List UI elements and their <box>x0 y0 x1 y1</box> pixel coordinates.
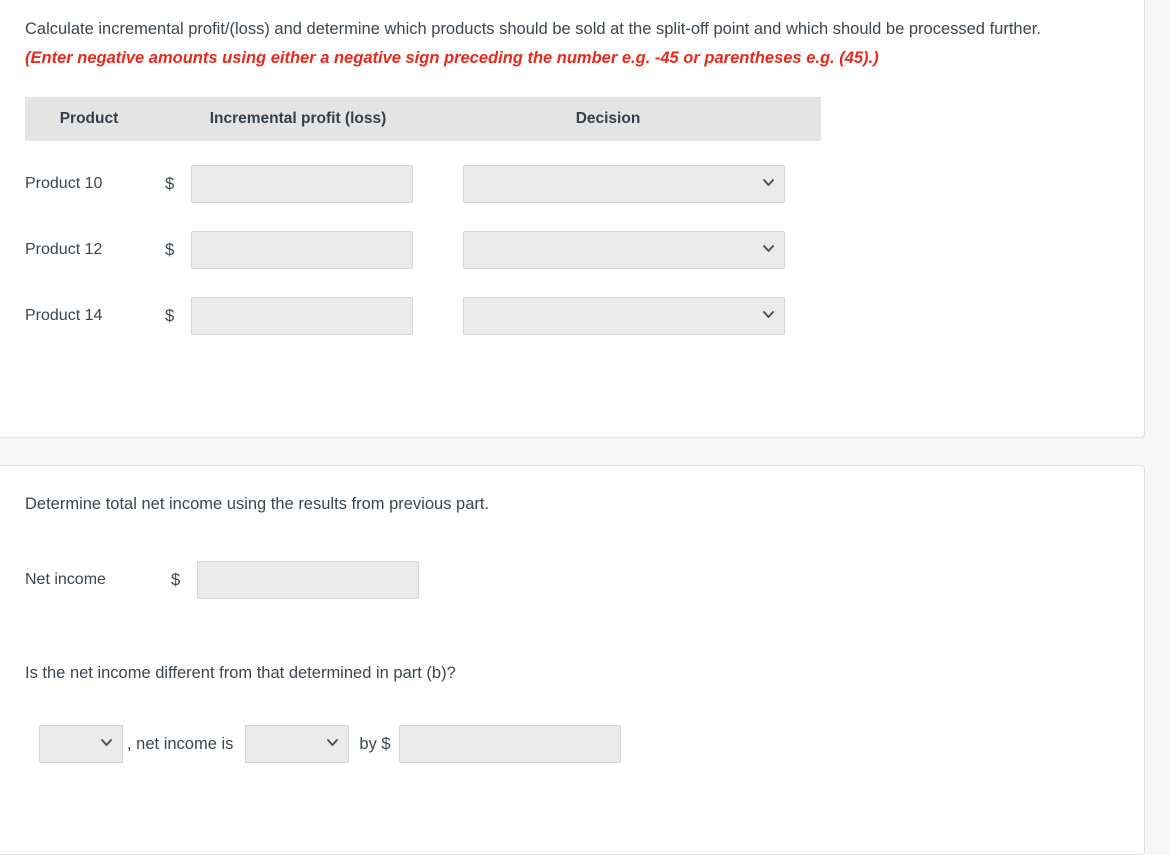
instruction-main-text: Calculate incremental profit/(loss) and … <box>25 20 1041 38</box>
answer-row-middle-text: , net income is <box>127 734 234 753</box>
net-income-label: Net income <box>25 571 106 588</box>
net-income-input[interactable] <box>197 561 419 599</box>
incremental-profit-input-product-12[interactable] <box>191 231 413 269</box>
currency-symbol: $ <box>171 570 181 589</box>
answer-row-by-text: by $ <box>359 734 391 753</box>
direction-select[interactable] <box>245 725 350 763</box>
net-income-instruction: Determine total net income using the res… <box>25 495 490 513</box>
column-header-incremental-profit: Incremental profit (loss) <box>209 110 387 127</box>
table-row: Product 10 $ <box>25 151 1120 217</box>
difference-answer-select[interactable] <box>39 725 123 763</box>
row-label-product-12: Product 12 <box>25 241 103 258</box>
table-header-row: Product Incremental profit (loss) Decisi… <box>25 97 821 141</box>
net-income-row: Net income $ <box>25 561 1120 599</box>
column-header-decision: Decision <box>575 110 641 127</box>
net-income-answer-row: , net income is by $ <box>39 725 1120 763</box>
row-label-product-14: Product 14 <box>25 307 103 324</box>
net-income-difference-question: Is the net income different from that de… <box>25 664 456 682</box>
chevron-down-icon <box>101 737 112 748</box>
chevron-down-icon <box>763 243 774 254</box>
table-row: Product 12 $ <box>25 217 1120 283</box>
decision-select-product-12[interactable] <box>463 231 785 269</box>
row-label-product-10: Product 10 <box>25 175 103 192</box>
question-card-net-income: Determine total net income using the res… <box>0 465 1145 855</box>
decision-select-product-14[interactable] <box>463 297 785 335</box>
incremental-profit-input-product-10[interactable] <box>191 165 413 203</box>
incremental-profit-input-product-14[interactable] <box>191 297 413 335</box>
chevron-down-icon <box>763 177 774 188</box>
currency-symbol: $ <box>165 240 175 259</box>
page-root: Calculate incremental profit/(loss) and … <box>0 0 1169 855</box>
chevron-down-icon <box>327 737 339 748</box>
instruction-paragraph: Calculate incremental profit/(loss) and … <box>25 15 1083 73</box>
chevron-down-icon <box>763 309 774 320</box>
question-card-incremental-profit: Calculate incremental profit/(loss) and … <box>0 0 1145 438</box>
currency-symbol: $ <box>165 174 175 193</box>
decision-select-product-10[interactable] <box>463 165 785 203</box>
currency-symbol: $ <box>165 306 175 325</box>
table-row: Product 14 $ <box>25 283 1120 349</box>
difference-amount-input[interactable] <box>398 725 621 763</box>
instruction-note-text: (Enter negative amounts using either a n… <box>25 49 879 67</box>
column-header-product: Product <box>59 110 119 127</box>
